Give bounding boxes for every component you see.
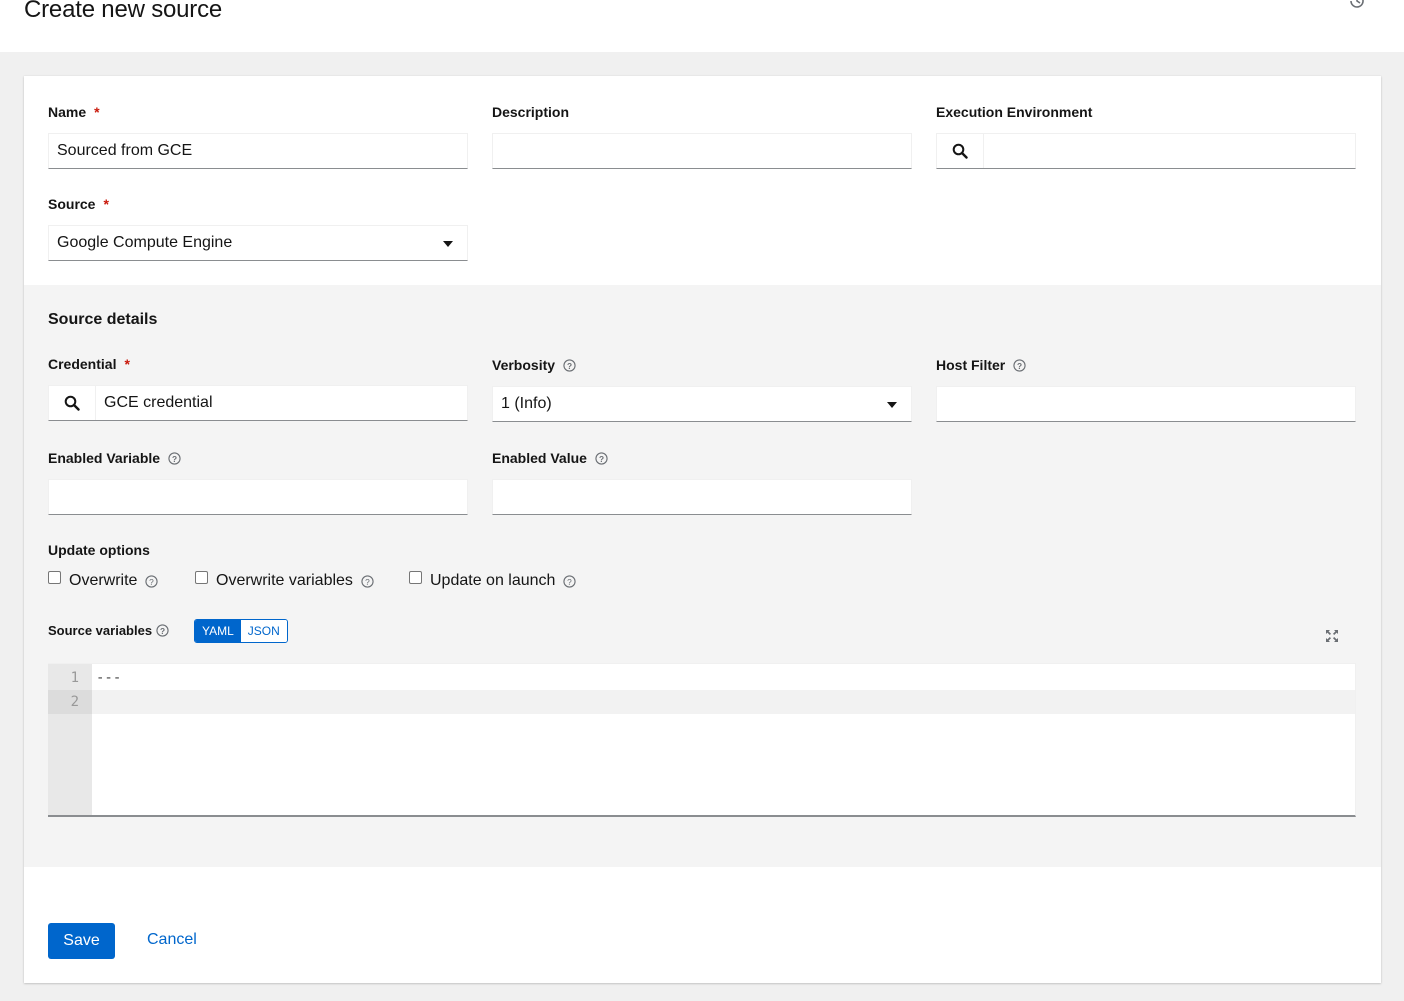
history-icon[interactable] [1348, 0, 1366, 10]
required-marker: * [103, 196, 109, 212]
cancel-button[interactable]: Cancel [147, 931, 197, 949]
source-select[interactable]: Google Compute Engine [48, 225, 468, 261]
credential-search-button[interactable] [49, 386, 96, 420]
help-icon[interactable]: ? [156, 624, 169, 637]
svg-text:?: ? [568, 576, 573, 586]
variables-mode-toggle: YAML JSON [194, 619, 288, 643]
credential-label: Credential * [48, 356, 130, 372]
help-icon[interactable]: ? [168, 451, 181, 465]
json-toggle-button[interactable]: JSON [240, 620, 287, 642]
caret-down-icon [443, 241, 453, 247]
enabled-value-label: Enabled Value ? [492, 450, 608, 466]
update-on-launch-checkbox[interactable] [409, 570, 422, 584]
expand-icon[interactable] [1324, 628, 1340, 644]
execution-environment-search-button[interactable] [937, 134, 984, 168]
enabled-variable-input[interactable] [48, 479, 468, 515]
svg-text:?: ? [599, 453, 604, 463]
svg-text:?: ? [567, 360, 572, 370]
search-icon [952, 143, 968, 159]
page-title: Create new source [24, 0, 223, 23]
enabled-value-input[interactable] [492, 479, 912, 515]
source-variables-label: Source variables ? [48, 623, 169, 638]
svg-text:?: ? [365, 576, 370, 586]
execution-environment-label: Execution Environment [936, 104, 1093, 120]
svg-text:?: ? [160, 626, 165, 636]
save-button[interactable]: Save [48, 923, 115, 959]
svg-text:?: ? [172, 453, 177, 463]
update-on-launch-checkbox-row[interactable]: Update on launch ? [409, 570, 577, 590]
overwrite-checkbox-row[interactable]: Overwrite ? [48, 570, 159, 590]
help-icon[interactable]: ? [1013, 358, 1026, 372]
description-label: Description [492, 104, 570, 120]
source-label: Source * [48, 196, 109, 212]
svg-text:?: ? [1017, 360, 1022, 370]
credential-lookup[interactable]: GCE credential [48, 385, 468, 421]
overwrite-variables-checkbox[interactable] [195, 570, 208, 584]
overwrite-variables-checkbox-row[interactable]: Overwrite variables ? [195, 570, 374, 590]
svg-text:?: ? [150, 576, 155, 586]
execution-environment-lookup[interactable] [936, 133, 1356, 169]
help-icon[interactable]: ? [361, 574, 374, 588]
verbosity-label: Verbosity ? [492, 357, 576, 373]
overwrite-checkbox[interactable] [48, 570, 61, 584]
update-options-label: Update options [48, 542, 150, 558]
source-details-title: Source details [48, 311, 158, 328]
help-icon[interactable]: ? [563, 574, 577, 588]
help-icon[interactable]: ? [563, 358, 576, 372]
name-input[interactable]: Sourced from GCE [48, 133, 468, 169]
caret-down-icon [887, 402, 897, 408]
search-icon [64, 395, 80, 411]
required-marker: * [94, 104, 100, 120]
editor-line: 2 [48, 690, 1355, 714]
help-icon[interactable]: ? [145, 574, 159, 588]
help-icon[interactable]: ? [595, 451, 608, 465]
source-variables-editor[interactable]: 1 --- 2 [48, 663, 1356, 817]
description-input[interactable] [492, 133, 912, 169]
enabled-variable-label: Enabled Variable ? [48, 450, 181, 466]
form-card: Name * Sourced from GCE Description Execu… [24, 76, 1381, 983]
host-filter-input[interactable] [936, 386, 1356, 422]
yaml-toggle-button[interactable]: YAML [195, 620, 241, 642]
name-label: Name * [48, 104, 100, 120]
host-filter-label: Host Filter ? [936, 357, 1026, 373]
verbosity-select[interactable]: 1 (Info) [492, 386, 912, 422]
required-marker: * [124, 356, 130, 372]
editor-line: 1 --- [70, 670, 122, 686]
page-header: Create new source [0, 0, 1404, 52]
